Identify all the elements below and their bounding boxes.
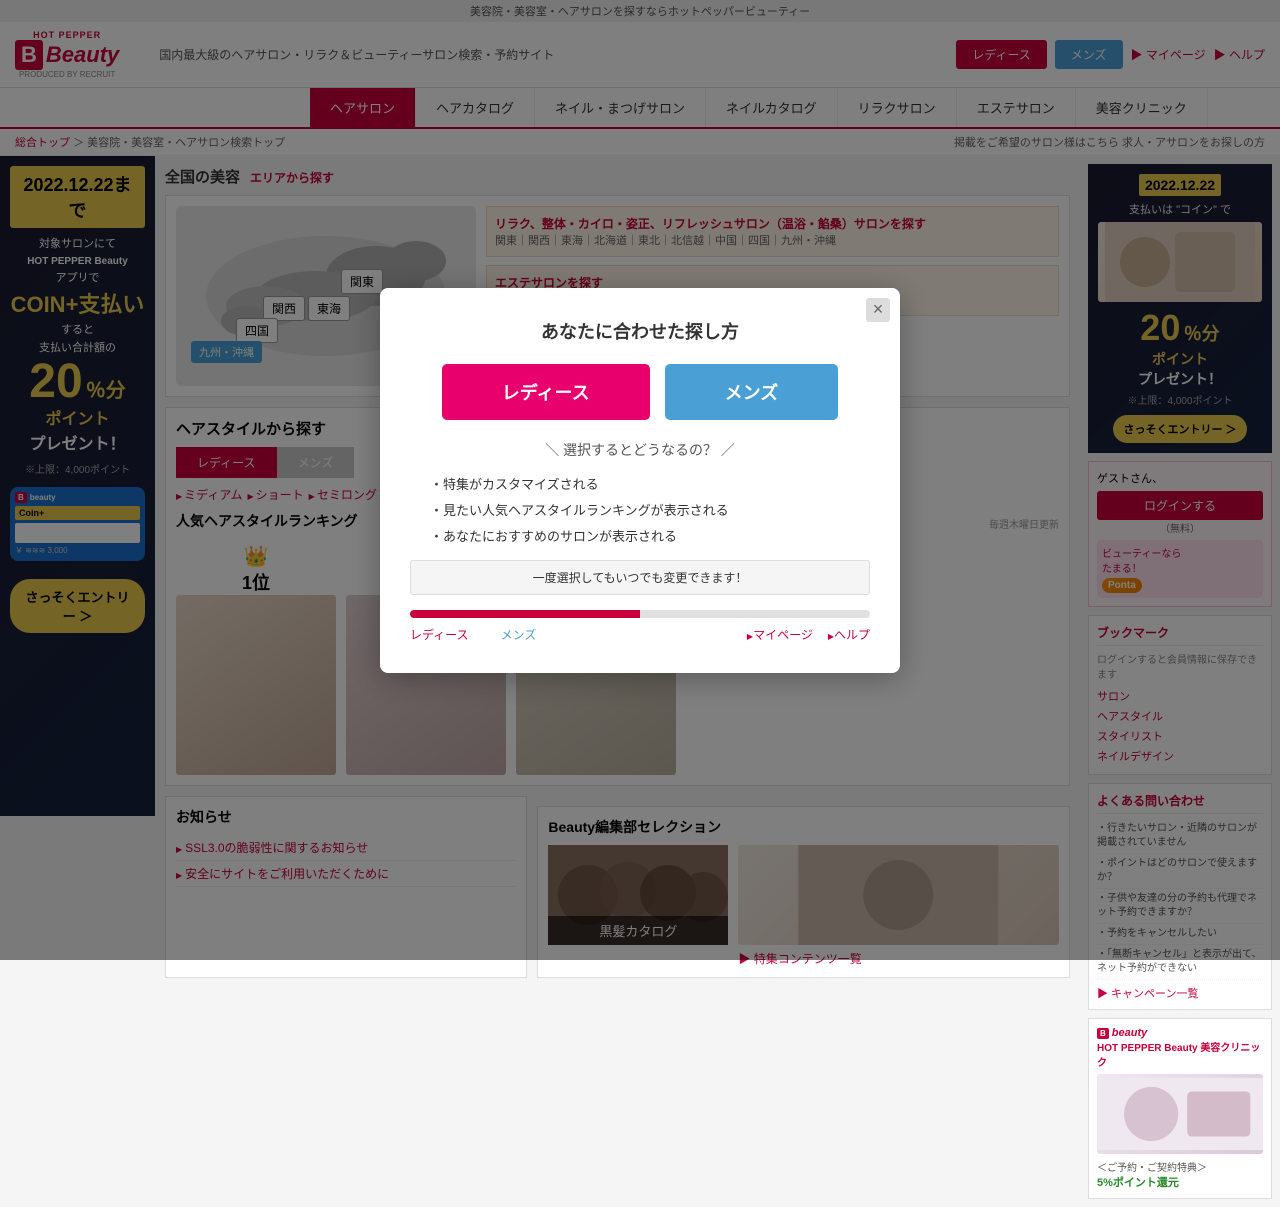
modal-progress-bar [410,610,870,618]
modal-footer: レディース メンズ マイページ ヘルプ [410,626,870,643]
clinic-discount: 5%ポイント還元 [1097,1174,1263,1190]
modal-mypage-link[interactable]: マイページ [747,626,813,643]
modal-footer-mens[interactable]: メンズ [501,626,537,643]
clinic-img-svg [1097,1074,1263,1154]
modal-points: 特集がカスタマイズされる 見たい人気ヘアスタイルランキングが表示される あなたに… [410,472,870,550]
clinic-image [1097,1074,1263,1154]
modal-subtitle: ＼ 選択するとどうなるの？ ／ [410,440,870,460]
modal-point-1: 特集がカスタマイズされる [430,472,870,498]
modal-overlay[interactable]: × あなたに合わせた探し方 レディース メンズ ＼ 選択するとどうなるの？ ／ … [0,0,1280,960]
modal-title: あなたに合わせた探し方 [410,318,870,344]
clinic-title: HOT PEPPER Beauty 美容クリニック [1097,1039,1263,1069]
modal-mens-button[interactable]: メンズ [665,364,839,420]
clinic-offer: ＜ご予約・ご契約特典＞ [1097,1159,1263,1174]
modal-footer-ladies[interactable]: レディース [410,626,469,643]
modal-footer-gender: レディース メンズ [410,626,536,643]
modal-progress-fill [410,610,640,618]
modal-note: 一度選択してもいつでも変更できます！ [410,560,870,595]
clinic-ad: B beauty HOT PEPPER Beauty 美容クリニック ＜ご予約・… [1088,1018,1272,1199]
modal-buttons: レディース メンズ [410,364,870,420]
modal-close-button[interactable]: × [866,298,890,322]
modal-ladies-button[interactable]: レディース [442,364,650,420]
campaign-link[interactable]: ▶ キャンペーン一覧 [1097,985,1263,1001]
modal-footer-sep [479,626,491,643]
modal-box: × あなたに合わせた探し方 レディース メンズ ＼ 選択するとどうなるの？ ／ … [380,288,900,673]
clinic-b-icon: B [1097,1028,1109,1039]
close-icon: × [873,299,884,320]
clinic-logo-area: B beauty [1097,1027,1263,1039]
modal-point-3: あなたにおすすめのサロンが表示される [430,524,870,550]
modal-help-link[interactable]: ヘルプ [828,626,870,643]
modal-point-2: 見たい人気ヘアスタイルランキングが表示される [430,498,870,524]
modal-footer-links: マイページ ヘルプ [747,626,870,643]
clinic-beauty-text: beauty [1112,1027,1147,1039]
